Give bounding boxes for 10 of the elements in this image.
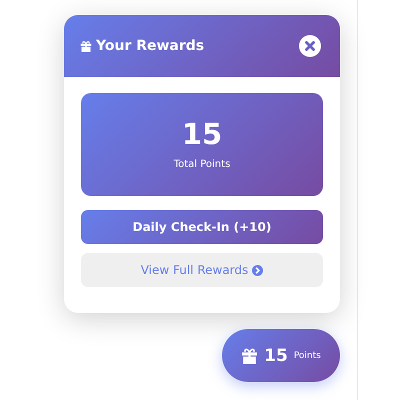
close-icon[interactable]: [299, 35, 321, 57]
panel-title: Your Rewards: [96, 38, 206, 54]
gift-icon: [241, 347, 258, 364]
gift-icon: [80, 40, 92, 52]
points-label: Total Points: [174, 158, 230, 170]
points-button[interactable]: 15 Points: [222, 329, 340, 382]
view-rewards-button[interactable]: View Full Rewards: [81, 253, 323, 287]
arrow-circle-icon: [252, 264, 264, 276]
check-in-button[interactable]: Daily Check-In (+10): [81, 210, 323, 244]
points-value: 15: [182, 119, 222, 151]
